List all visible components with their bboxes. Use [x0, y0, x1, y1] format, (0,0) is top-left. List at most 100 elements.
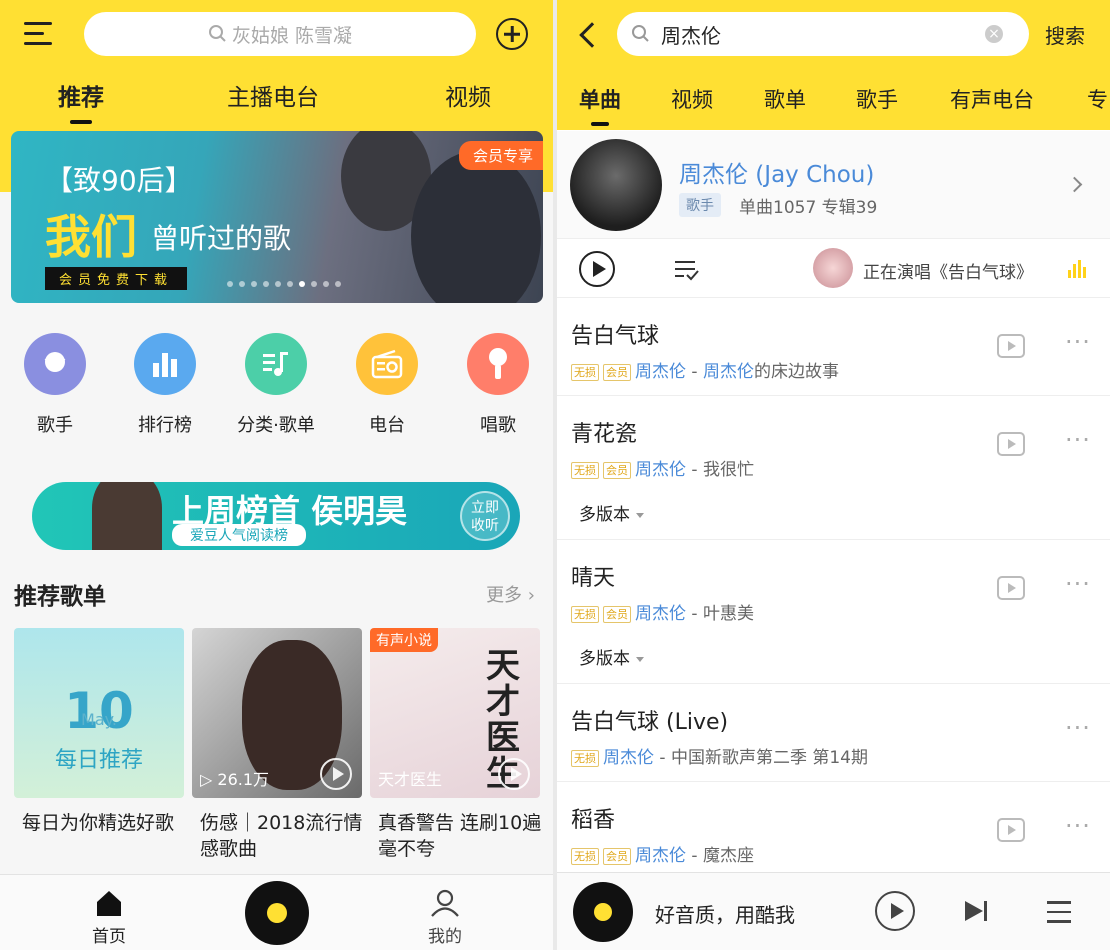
nav-me[interactable]: 我的: [420, 889, 470, 947]
tab-singers[interactable]: 歌手: [856, 84, 898, 114]
result-tabs: 单曲 视频 歌单 歌手 有声电台 专: [557, 84, 1110, 124]
banner-photo-man: [411, 151, 541, 303]
more-icon[interactable]: ···: [1065, 714, 1091, 742]
ad-cta-line2: 收听: [471, 518, 499, 534]
more-icon[interactable]: ···: [1065, 812, 1091, 840]
playlist-card-novel[interactable]: 有声小说 天才医生 天才医生: [370, 628, 540, 798]
quick-chart[interactable]: 排行榜: [110, 333, 220, 437]
playlist-card-daily[interactable]: 10 May. 每日推荐: [14, 628, 184, 798]
playlist-icon: [245, 333, 307, 395]
song-title: 晴天: [571, 566, 616, 591]
song-subtitle: 无损 会员 周杰伦 - 叶惠美: [571, 599, 754, 624]
search-bar[interactable]: 灰姑娘 陈雪凝: [84, 12, 476, 56]
add-icon[interactable]: [496, 18, 528, 50]
vip-tag: 会员: [603, 847, 631, 865]
tab-playlists[interactable]: 歌单: [764, 84, 806, 114]
daily-month: May.: [81, 710, 117, 729]
tab-video[interactable]: 视频: [445, 78, 491, 112]
tab-audio-radio[interactable]: 有声电台: [950, 84, 1034, 114]
mv-icon[interactable]: [997, 432, 1025, 456]
quick-singer[interactable]: 歌手: [0, 333, 110, 437]
song-artist[interactable]: 周杰伦: [603, 748, 654, 768]
section-more-link[interactable]: 更多 ›: [486, 581, 535, 607]
multi-select-icon[interactable]: [673, 258, 699, 282]
album-artist-link[interactable]: 周杰伦: [703, 362, 754, 382]
ad-banner[interactable]: 上周榜首 侯明昊 爱豆人气阅读榜 立即 收听: [32, 482, 520, 550]
tab-anchor-radio[interactable]: 主播电台: [227, 78, 319, 112]
artist-card[interactable]: 周杰伦 (Jay Chou) 歌手 单曲1057 专辑39: [557, 131, 1110, 239]
play-icon[interactable]: [320, 758, 352, 790]
disc-player-icon[interactable]: [245, 881, 309, 945]
singer-icon: [24, 333, 86, 395]
song-title: 青花瓷: [571, 422, 638, 447]
song-row[interactable]: 告白气球 无损 会员 周杰伦 - 周杰伦的床边故事 ···: [557, 298, 1110, 396]
quick-radio-label: 电台: [369, 415, 405, 436]
novel-label: 天才医生: [378, 770, 443, 789]
search-bar[interactable]: 周杰伦 ×: [617, 12, 1029, 56]
section-title: 推荐歌单: [14, 584, 106, 610]
vip-tag: 会员: [603, 461, 631, 479]
versions-dropdown[interactable]: 多版本: [579, 500, 644, 525]
search-icon: [208, 25, 226, 42]
vip-tag: 会员: [603, 363, 631, 381]
mv-icon[interactable]: [997, 334, 1025, 358]
mv-icon[interactable]: [997, 576, 1025, 600]
daily-label: 每日推荐: [54, 748, 143, 773]
tab-recommend[interactable]: 推荐: [58, 78, 104, 112]
song-artist[interactable]: 周杰伦: [635, 460, 686, 480]
tab-videos[interactable]: 视频: [671, 84, 713, 114]
quick-playlist-label: 分类·歌单: [237, 415, 315, 436]
song-album: 我很忙: [702, 460, 754, 480]
separator: -: [686, 460, 703, 480]
profile-icon: [431, 889, 459, 917]
search-results-screen: 周杰伦 × 搜索 单曲 视频 歌单 歌手 有声电台 专 周杰伦 (Jay Cho…: [557, 0, 1110, 950]
nav-home[interactable]: 首页: [84, 889, 134, 947]
song-artist[interactable]: 周杰伦: [635, 846, 686, 866]
tab-albums-partial[interactable]: 专: [1087, 84, 1108, 114]
ad-listen-button[interactable]: 立即 收听: [460, 491, 510, 541]
versions-dropdown[interactable]: 多版本: [579, 644, 644, 669]
banner-line2: 我们: [45, 210, 137, 264]
play-icon[interactable]: [875, 891, 915, 931]
ad-photo: [92, 482, 162, 550]
search-button[interactable]: 搜索: [1045, 20, 1085, 49]
play-all-icon[interactable]: [579, 251, 615, 287]
chart-icon: [134, 333, 196, 395]
quick-sing[interactable]: 唱歌: [443, 333, 553, 437]
menu-icon[interactable]: [24, 22, 52, 46]
promo-banner[interactable]: 【致90后】 我们 曾听过的歌 会员免费下载 会员专享: [11, 131, 543, 303]
song-row[interactable]: 稻香 无损 会员 周杰伦 - 魔杰座 ···: [557, 782, 1110, 874]
banner-line3: 曾听过的歌: [151, 222, 292, 255]
playlist-card-sad[interactable]: ▷ 26.1万: [192, 628, 362, 798]
artist-badge: 歌手: [679, 193, 721, 217]
tab-songs[interactable]: 单曲: [579, 84, 621, 114]
search-query[interactable]: 周杰伦: [661, 20, 721, 49]
more-icon[interactable]: ···: [1065, 328, 1091, 356]
song-row[interactable]: 告白气球 (Live) 无损 周杰伦 - 中国新歌声第二季 第14期 ···: [557, 684, 1110, 782]
clear-icon[interactable]: ×: [985, 25, 1003, 43]
more-icon[interactable]: ···: [1065, 570, 1091, 598]
mv-icon[interactable]: [997, 818, 1025, 842]
song-row[interactable]: 青花瓷 无损 会员 周杰伦 - 我很忙 ··· 多版本: [557, 396, 1110, 540]
home-icon: [97, 891, 121, 916]
playlist-queue-icon[interactable]: [1047, 901, 1071, 930]
bottom-nav: 首页 我的: [0, 874, 553, 950]
more-icon[interactable]: ···: [1065, 426, 1091, 454]
lossless-tag: 无损: [571, 749, 599, 767]
play-icon[interactable]: [498, 758, 530, 790]
play-count: ▷ 26.1万: [200, 770, 270, 789]
mic-icon: [467, 333, 529, 395]
singer-avatar[interactable]: [813, 248, 853, 288]
song-album: 的床边故事: [753, 362, 839, 382]
vip-badge: 会员专享: [458, 141, 543, 170]
now-singing-text[interactable]: 正在演唱《告白气球》: [863, 258, 1033, 283]
quick-radio[interactable]: 电台: [332, 333, 442, 437]
separator: -: [654, 748, 671, 768]
song-artist[interactable]: 周杰伦: [635, 362, 686, 382]
quick-playlist[interactable]: 分类·歌单: [221, 333, 331, 437]
song-artist[interactable]: 周杰伦: [635, 604, 686, 624]
disc-cover-icon[interactable]: [573, 882, 633, 942]
next-track-icon[interactable]: [963, 899, 989, 923]
song-row[interactable]: 晴天 无损 会员 周杰伦 - 叶惠美 ··· 多版本: [557, 540, 1110, 684]
quick-singer-label: 歌手: [37, 415, 73, 436]
